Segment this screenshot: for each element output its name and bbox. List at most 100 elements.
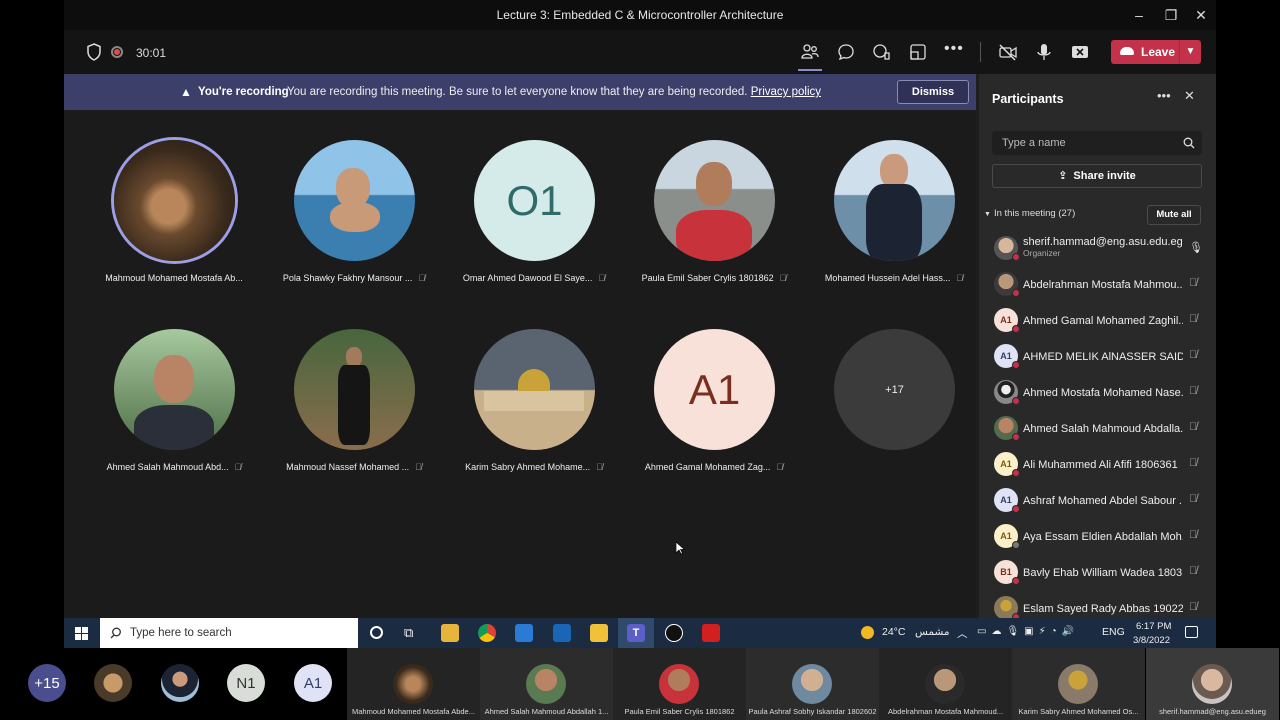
participant-role: Organizer [1023, 248, 1061, 258]
mute-all-button[interactable]: Mute all [1147, 205, 1201, 225]
sun-icon [861, 626, 874, 639]
mic-muted-icon: 🎙̸ [418, 273, 426, 283]
more-options-icon[interactable]: ••• [944, 40, 964, 60]
avatar [994, 236, 1020, 261]
video-gallery: Mahmoud Mohamed Mostafa Ab... Pola Shawk… [64, 110, 976, 648]
search-icon[interactable] [1183, 137, 1195, 149]
in-meeting-label: In this meeting (27) [993, 208, 1076, 219]
meeting-timer: 30:01 [136, 46, 167, 60]
chat-icon[interactable] [836, 42, 856, 62]
participant-tile[interactable]: Ahmed Salah Mahmoud Abd... 🎙̸ [84, 329, 264, 504]
taskbar-search-box[interactable]: Type here to search [100, 618, 358, 648]
warning-icon: ▲ [180, 85, 192, 99]
participant-name: AHMED MELIK AlNASSER SAID ... [1023, 351, 1183, 363]
video-thumbnail[interactable]: Mahmoud Mohamed Mostafa Abde... [347, 648, 480, 720]
participant-search-input[interactable] [992, 131, 1202, 155]
chrome-icon[interactable] [478, 624, 496, 642]
participant-row[interactable]: A1 Ali Muhammed Ali Afifi 1806361 🎙̸ [979, 447, 1216, 483]
video-thumbnail[interactable]: sherif.hammad@eng.asu.edueg [1146, 648, 1279, 720]
clock-date[interactable]: 3/8/2022 [1133, 635, 1170, 646]
reactions-icon[interactable] [872, 42, 892, 62]
leave-options-chevron-icon[interactable]: ▼ [1179, 40, 1201, 64]
participant-row[interactable]: B1 Bavly Ehab William Wadea 1803... 🎙̸ [979, 555, 1216, 591]
leave-button[interactable]: Leave ▼ [1111, 40, 1201, 64]
mic-muted-icon: 🎙̸ [1189, 493, 1198, 505]
outlook-icon[interactable] [553, 624, 571, 642]
participant-row[interactable]: A1 AHMED MELIK AlNASSER SAID ... 🎙̸ [979, 339, 1216, 375]
weather-temp[interactable]: 24°C [882, 626, 905, 638]
in-meeting-header[interactable]: ▼ In this meeting (27) [984, 208, 1075, 219]
share-invite-button[interactable]: ⇪ Share invite [992, 164, 1202, 188]
avatar: A1 [654, 329, 775, 450]
participant-row[interactable]: Ahmed Mostafa Mohamed Nase... 🎙̸ [979, 375, 1216, 411]
avatar [474, 329, 595, 450]
tray-icons[interactable]: ▭☁🎙▣⚡◔🔊 [977, 626, 1079, 637]
overflow-tile[interactable]: +17 [804, 329, 984, 504]
recording-banner: ▲ You're recording You are recording thi… [64, 74, 976, 110]
leave-label: Leave [1141, 45, 1176, 59]
close-panel-icon[interactable]: ✕ [1184, 88, 1195, 104]
rooms-icon[interactable] [908, 42, 928, 62]
microphone-icon[interactable] [1034, 42, 1054, 62]
video-thumbnail[interactable]: Ahmed Salah Mahmoud Abdallah 1... [480, 648, 613, 720]
participant-tile[interactable]: Paula Emil Saber Crylis 1801862 🎙̸ [624, 140, 804, 315]
participant-row[interactable]: sherif.hammad@eng.asu.edu.eg Organizer 🎙 [979, 231, 1216, 267]
video-thumbnail[interactable]: Karim Sabry Ahmed Mohamed Os... [1012, 648, 1145, 720]
file-manager-icon[interactable] [590, 624, 608, 642]
mail-icon[interactable] [515, 624, 533, 642]
avatar: A1 [994, 344, 1020, 369]
app-icon[interactable] [665, 624, 683, 642]
camera-off-icon[interactable] [998, 42, 1018, 62]
avatar-initials[interactable]: N1 [227, 664, 265, 702]
overflow-count: +17 [834, 329, 955, 450]
close-window-icon[interactable]: ✕ [1186, 5, 1216, 25]
participant-row[interactable]: A1 Aya Essam Eldien Abdallah Moh... 🎙̸ [979, 519, 1216, 555]
participant-name: Ashraf Mohamed Abdel Sabour ... [1023, 495, 1183, 507]
mic-muted-icon: 🎙̸ [1189, 565, 1198, 577]
participants-panel: Participants ••• ✕ ⇪ Share invite ▼In thi… [979, 74, 1216, 621]
acrobat-icon[interactable] [702, 624, 720, 642]
cortana-icon[interactable] [370, 626, 383, 639]
search-icon [110, 627, 121, 639]
participant-row[interactable]: A1 Ahmed Gamal Mohamed Zaghil... 🎙̸ [979, 303, 1216, 339]
weather-text[interactable]: مشمس [915, 626, 949, 638]
notification-icon[interactable] [1185, 626, 1198, 638]
avatar [654, 140, 775, 261]
panel-more-icon[interactable]: ••• [1157, 88, 1171, 103]
participant-row[interactable]: Ahmed Salah Mahmoud Abdalla... 🎙̸ [979, 411, 1216, 447]
people-icon[interactable] [800, 42, 820, 62]
avatar-initials[interactable]: A1 [294, 664, 332, 702]
participant-tile[interactable]: Mahmoud Nassef Mohamed ... 🎙̸ [264, 329, 444, 504]
file-explorer-icon[interactable] [441, 624, 459, 642]
privacy-policy-link[interactable]: Privacy policy [751, 86, 821, 98]
teams-icon[interactable]: T [627, 624, 645, 642]
dismiss-button[interactable]: Dismiss [897, 80, 969, 104]
participant-tile[interactable]: O1 Omar Ahmed Dawood El Saye... 🎙̸ [444, 140, 624, 315]
tray-chevron-icon[interactable]: ︿ [957, 626, 968, 641]
task-view-icon[interactable]: ⧉ [404, 625, 413, 641]
more-participants-count[interactable]: +15 [28, 664, 66, 702]
video-thumbnail[interactable]: Paula Emil Saber Crylis 1801862 [613, 648, 746, 720]
input-language[interactable]: ENG [1102, 626, 1125, 638]
participant-name: Ali Muhammed Ali Afifi 1806361 [1023, 459, 1178, 471]
participant-tile[interactable]: Karim Sabry Ahmed Mohame... 🎙̸ [444, 329, 624, 504]
hang-up-icon [1120, 47, 1134, 55]
windows-start-icon[interactable] [75, 627, 88, 640]
share-tray-icon[interactable] [1070, 42, 1090, 62]
avatar[interactable] [161, 664, 199, 702]
avatar: A1 [994, 524, 1020, 549]
clock-time[interactable]: 6:17 PM [1136, 621, 1171, 632]
video-thumbnail[interactable]: Abdelrahman Mostafa Mahmoud... [879, 648, 1012, 720]
participant-tile[interactable]: Pola Shawky Fakhry Mansour ... 🎙̸ [264, 140, 444, 315]
participant-tile[interactable]: Mahmoud Mohamed Mostafa Ab... [84, 140, 264, 315]
maximize-icon[interactable]: ❐ [1156, 5, 1186, 25]
minimize-icon[interactable]: – [1124, 5, 1154, 25]
participant-tile[interactable]: Mohamed Hussein Adel Hass... 🎙̸ [804, 140, 984, 315]
thumbnail-caption: Paula Ashraf Sobhy Iskandar 1802602 [748, 707, 877, 716]
participant-tile[interactable]: A1 Ahmed Gamal Mohamed Zag... 🎙̸ [624, 329, 804, 504]
participant-row[interactable]: Abdelrahman Mostafa Mahmou... 🎙̸ [979, 267, 1216, 303]
avatar [994, 380, 1020, 405]
avatar[interactable] [94, 664, 132, 702]
video-thumbnail[interactable]: Paula Ashraf Sobhy Iskandar 1802602 [746, 648, 879, 720]
participant-row[interactable]: A1 Ashraf Mohamed Abdel Sabour ... 🎙̸ [979, 483, 1216, 519]
